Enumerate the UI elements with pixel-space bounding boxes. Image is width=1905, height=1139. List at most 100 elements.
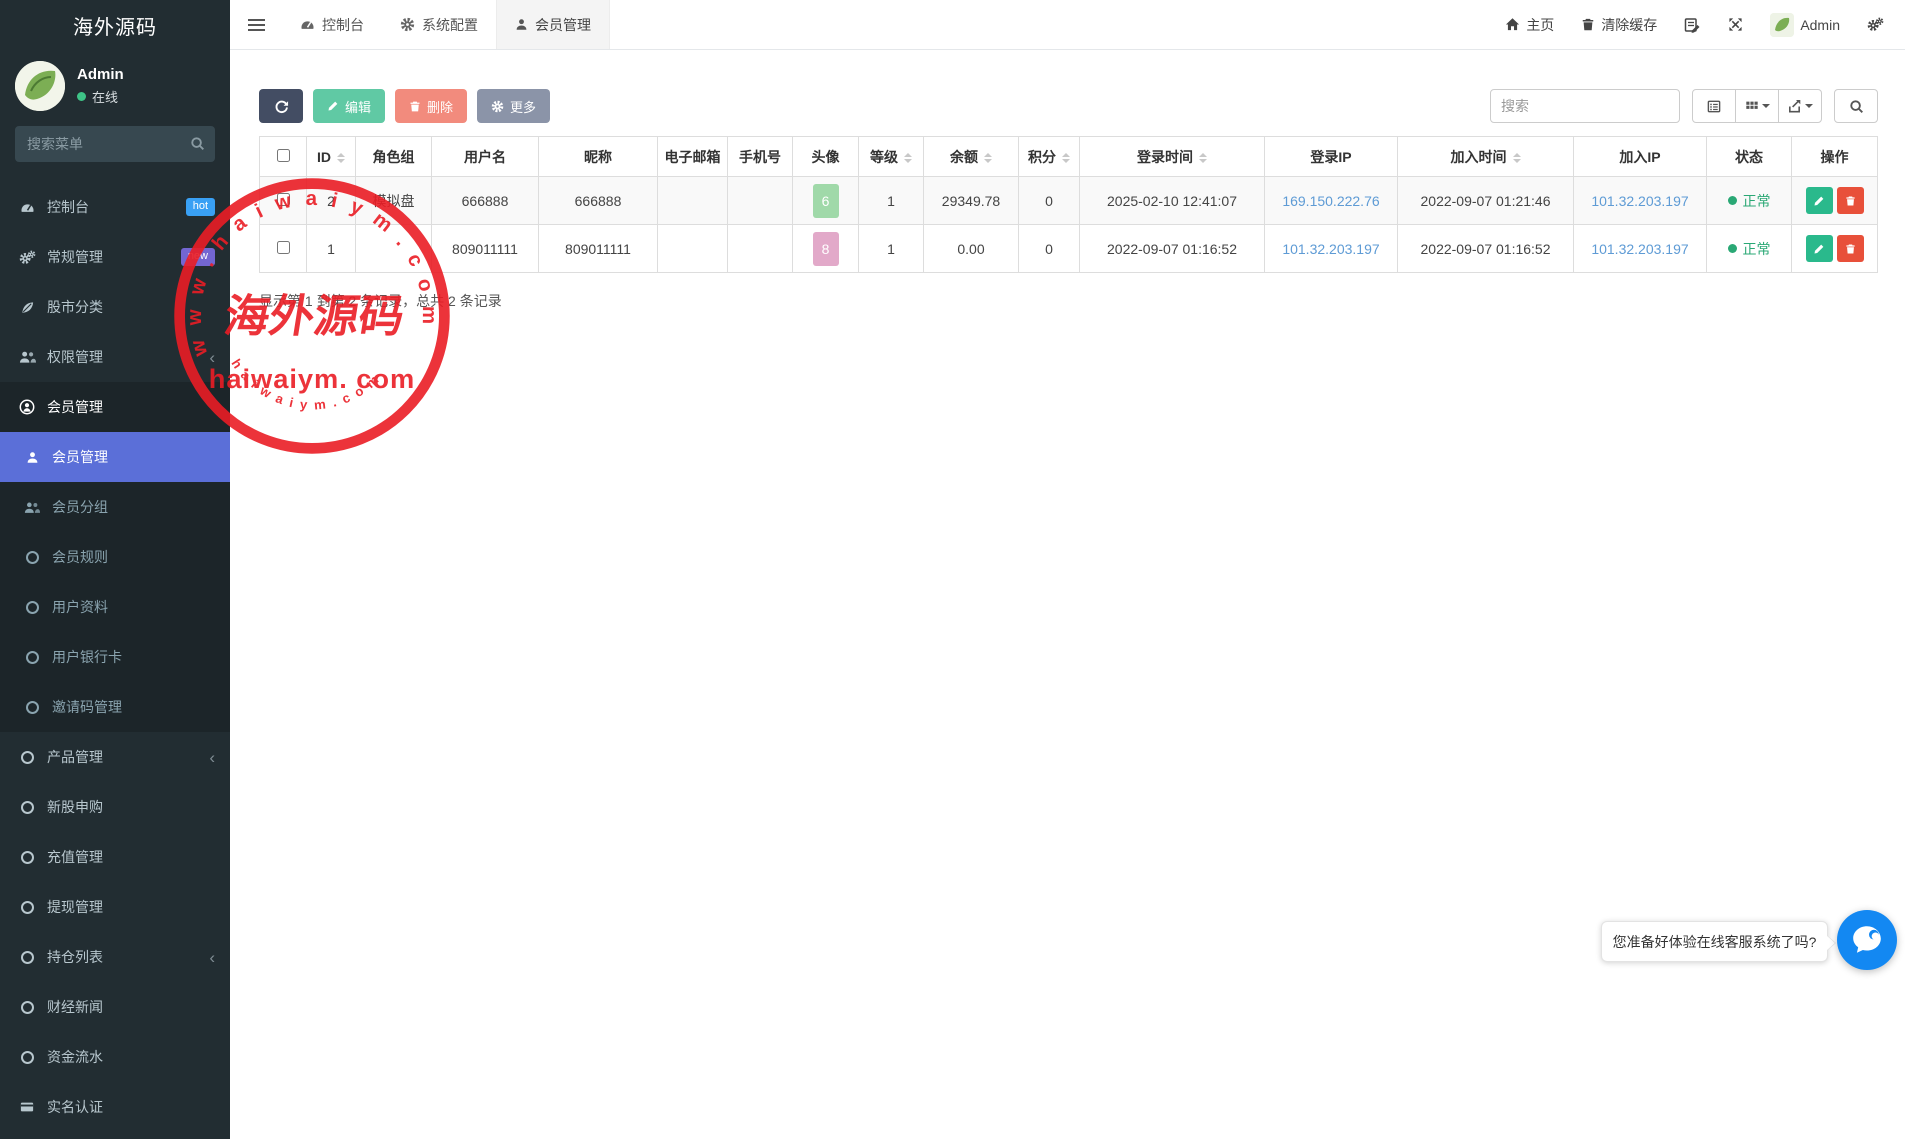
header-points[interactable]: 积分: [1019, 137, 1080, 177]
sidebar-item-label: 用户资料: [52, 597, 108, 617]
row-delete-button[interactable]: [1837, 187, 1864, 214]
search-button[interactable]: [1834, 89, 1878, 123]
row-checkbox[interactable]: [277, 241, 290, 254]
chevron-left-icon: ‹: [209, 949, 215, 966]
pagination-toggle-button[interactable]: [1692, 89, 1736, 123]
columns-button[interactable]: [1735, 89, 1779, 123]
settings-button[interactable]: [1867, 17, 1884, 32]
ip-link[interactable]: 101.32.203.197: [1282, 241, 1379, 257]
row-edit-button[interactable]: [1806, 187, 1833, 214]
cell-id: 1: [307, 225, 356, 273]
header-id[interactable]: ID: [307, 137, 356, 177]
language-icon: [1684, 17, 1701, 33]
sidebar-item-label: 财经新闻: [47, 997, 103, 1017]
header-balance[interactable]: 余额: [924, 137, 1019, 177]
sidebar-item-members[interactable]: 会员管理: [0, 382, 230, 432]
toolbar: 编辑 删除 更多: [259, 89, 1878, 123]
refresh-icon: [274, 99, 289, 114]
more-label: 更多: [510, 97, 536, 116]
chat-button[interactable]: [1837, 910, 1897, 970]
header-level[interactable]: 等级: [859, 137, 924, 177]
language-button[interactable]: [1684, 17, 1701, 33]
header-avatar: 头像: [793, 137, 859, 177]
clear-cache-button[interactable]: 清除缓存: [1581, 15, 1657, 35]
header-join-time[interactable]: 加入时间: [1398, 137, 1574, 177]
sidebar-item-general-management[interactable]: 常规管理 new: [0, 232, 230, 282]
sidebar-item-ipo-subscription[interactable]: 新股申购: [0, 782, 230, 832]
ip-link[interactable]: 101.32.203.197: [1591, 241, 1688, 257]
sidebar-item-real-name-verification[interactable]: 实名认证: [0, 1082, 230, 1132]
tab-system-config[interactable]: 系统配置: [382, 0, 496, 49]
tab-dashboard[interactable]: 控制台: [282, 0, 382, 49]
ip-link[interactable]: 101.32.203.197: [1591, 193, 1688, 209]
sidebar-item-finance-news[interactable]: 财经新闻: [0, 982, 230, 1032]
tab-label: 控制台: [322, 15, 364, 35]
sidebar-item-permissions[interactable]: 权限管理 ‹: [0, 332, 230, 382]
home-button[interactable]: 主页: [1505, 15, 1554, 35]
table-controls: [1490, 89, 1878, 123]
cell-id: 2: [307, 177, 356, 225]
row-delete-button[interactable]: [1837, 235, 1864, 262]
ip-link[interactable]: 169.150.222.76: [1282, 193, 1379, 209]
status-dot-icon: [1728, 244, 1737, 253]
user-menu-label: Admin: [1800, 17, 1840, 33]
header-phone: 手机号: [728, 137, 793, 177]
more-button[interactable]: 更多: [477, 89, 550, 123]
fullscreen-button[interactable]: [1728, 17, 1743, 32]
sidebar-toggle[interactable]: [230, 0, 282, 49]
cogs-icon: [15, 250, 39, 265]
search-icon[interactable]: [190, 136, 205, 151]
sidebar-item-dashboard[interactable]: 控制台 hot: [0, 182, 230, 232]
sidebar-item-user-profile[interactable]: 用户资料: [0, 582, 230, 632]
refresh-button[interactable]: [259, 89, 303, 123]
table-row: 1 809011111 809011111 8 1 0.00 0 2022-09…: [260, 225, 1878, 273]
header-role: 角色组: [356, 137, 432, 177]
cell-login-time: 2022-09-07 01:16:52: [1080, 225, 1265, 273]
cell-actions: [1792, 177, 1878, 225]
sidebar-item-member-management[interactable]: 会员管理: [0, 432, 230, 482]
row-edit-button[interactable]: [1806, 235, 1833, 262]
header-join-ip: 加入IP: [1574, 137, 1707, 177]
sidebar-item-positions-list[interactable]: 持仓列表 ‹: [0, 932, 230, 982]
sidebar-item-invite-codes[interactable]: 邀请码管理: [0, 682, 230, 732]
sidebar-item-user-bank-cards[interactable]: 用户银行卡: [0, 632, 230, 682]
circle-icon: [15, 901, 39, 914]
credit-card-icon: [15, 1100, 39, 1114]
edit-button[interactable]: 编辑: [313, 89, 385, 123]
sidebar-item-label: 持仓列表: [47, 947, 103, 967]
delete-label: 删除: [427, 97, 453, 116]
sidebar-item-label: 会员规则: [52, 547, 108, 567]
record-summary: 显示第 1 到第 2 条记录，总共 2 条记录: [259, 291, 1878, 311]
cell-email: [658, 225, 728, 273]
export-button[interactable]: [1778, 89, 1822, 123]
user-menu[interactable]: Admin: [1770, 13, 1840, 37]
cell-level: 1: [859, 177, 924, 225]
table-search-input[interactable]: [1490, 89, 1680, 123]
user-icon: [515, 18, 528, 31]
sidebar-item-label: 充值管理: [47, 847, 103, 867]
sidebar-item-withdrawal-management[interactable]: 提现管理: [0, 882, 230, 932]
sidebar-item-recharge-management[interactable]: 充值管理: [0, 832, 230, 882]
header-login-time[interactable]: 登录时间: [1080, 137, 1265, 177]
home-label: 主页: [1526, 15, 1554, 35]
row-checkbox[interactable]: [277, 193, 290, 206]
cell-balance: 0.00: [924, 225, 1019, 273]
sidebar-search-input[interactable]: [15, 126, 215, 162]
status-badge: 正常: [1728, 191, 1771, 211]
sidebar-item-stock-category[interactable]: 股市分类: [0, 282, 230, 332]
users-icon: [15, 350, 39, 364]
sidebar-item-product-management[interactable]: 产品管理 ‹: [0, 732, 230, 782]
user-info: Admin 在线: [77, 66, 124, 106]
sidebar-item-member-groups[interactable]: 会员分组: [0, 482, 230, 532]
caret-down-icon: [1762, 104, 1770, 108]
sidebar-item-fund-flow[interactable]: 资金流水: [0, 1032, 230, 1082]
screen: 海外源码 Admin 在线 控制台 hot: [0, 0, 1905, 1139]
tab-member-management[interactable]: 会员管理: [496, 0, 610, 49]
delete-button[interactable]: 删除: [395, 89, 467, 123]
home-icon: [1505, 17, 1520, 32]
cell-points: 0: [1019, 225, 1080, 273]
sidebar-menu: 控制台 hot 常规管理 new 股市分类 权限管理 ‹ 会员管理: [0, 172, 230, 1139]
users-icon: [20, 501, 44, 514]
sidebar-item-member-rules[interactable]: 会员规则: [0, 532, 230, 582]
select-all-checkbox[interactable]: [277, 149, 290, 162]
